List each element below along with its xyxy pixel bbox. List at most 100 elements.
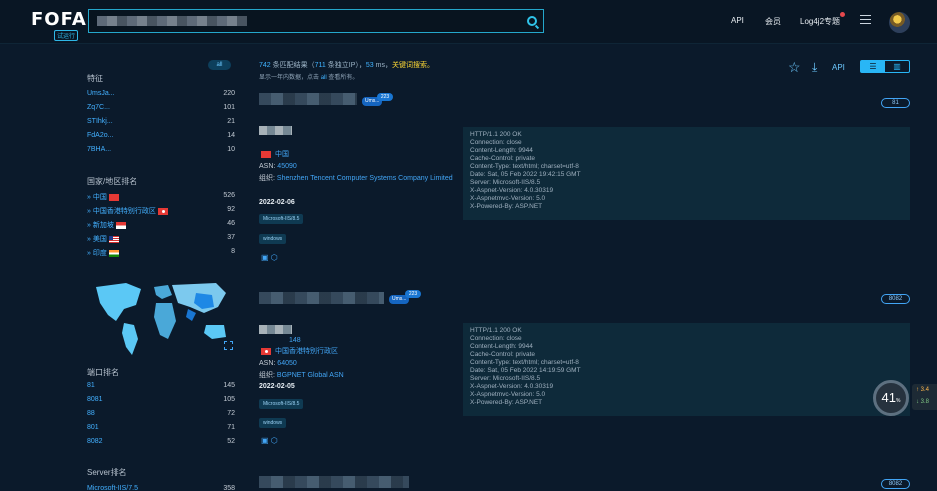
result-summary: 742 条匹配结果（711 条独立IP），53 ms，关键词搜索。 [259,62,434,69]
host-link[interactable] [259,476,409,488]
result-summary-hint: 显示一年内数据，点击 all 查看所有。 [259,75,359,81]
tag-server[interactable]: Microsoft-IIS/8.5 [259,399,304,409]
ports-title: 端口排名 [87,368,119,377]
header-line: X-Aspnetmvc-Version: 5.0 [470,391,546,398]
country-filter-item[interactable]: » 美国 37 [87,234,235,244]
port-pill[interactable]: 8082 [881,294,910,304]
header-line: HTTP/1.1 200 OK [470,327,522,334]
nav-log4j2[interactable]: Log4j2专题 [800,16,840,27]
feature-filter-item[interactable]: 7BHA... 10 [87,146,235,156]
flag-icon [157,207,168,215]
features-title: 特征 [87,74,103,83]
feature-count: 223 [377,93,393,101]
tag-os[interactable]: windows [259,418,287,428]
flag-icon [115,221,126,229]
header-line: Server: Microsoft-IIS/8.5 [470,375,541,382]
header-line: Content-Length: 9944 [470,343,533,350]
result-action-icons[interactable]: ▣ ⬡ [261,436,278,445]
country-line: 中国 [259,150,454,159]
header-line: X-Powered-By: ASP.NET [470,399,543,406]
countries-title: 国家/地区排名 [87,177,138,186]
keyword-search-link[interactable]: 关键词搜索。 [392,62,434,69]
server-filter-item[interactable]: Microsoft-IIS/7.5 358 [87,485,235,491]
host-link[interactable] [259,93,357,105]
asn-line: ASN: 45090 [259,163,297,170]
ip-suffix: 148 [289,337,301,344]
flag-icon [108,193,119,201]
scan-date: 2022-02-05 [259,383,295,390]
chart-view-icon[interactable]: ▥ [885,61,909,72]
beta-badge: 试运行 [54,30,79,41]
star-icon[interactable]: ☆ [788,60,802,74]
view-all-link[interactable]: all [321,75,327,81]
avatar[interactable] [889,12,910,33]
api-button[interactable]: API [832,63,845,72]
world-map[interactable] [86,277,238,359]
feature-filter-item[interactable]: Zq7C... 101 [87,104,235,114]
search-icon[interactable] [527,16,537,26]
result-action-icons[interactable]: ▣ ⬡ [261,253,278,262]
country-filter-item[interactable]: » 新加坡 46 [87,220,235,230]
search-query-blurred [97,16,247,26]
header-line: Content-Type: text/html; charset=utf-8 [470,359,579,366]
response-header-box: HTTP/1.1 200 OK Connection: close Content-… [463,127,910,220]
header-line: Date: Sat, 05 Feb 2022 19:42:15 GMT [470,171,581,178]
result-card: 8082 [259,476,910,491]
header-line: Content-Length: 9944 [470,147,533,154]
header-line: X-Powered-By: ASP.NET [470,203,543,210]
nav-membership[interactable]: 会员 [765,16,781,27]
feature-count: 223 [405,290,421,298]
port-filter-item[interactable]: 88 72 [87,410,235,420]
country-filter-item[interactable]: » 中国香港特别行政区 92 [87,206,235,216]
flag-icon [108,235,119,243]
tag-os[interactable]: windows [259,234,287,244]
port-pill[interactable]: 81 [881,98,910,108]
port-filter-item[interactable]: 8082 52 [87,438,235,448]
notification-dot [840,12,845,17]
ip-address[interactable] [259,325,292,334]
flag-icon [108,249,119,257]
search-input[interactable] [88,9,544,33]
scan-date: 2022-02-06 [259,199,295,206]
org-line: 组织: BGPNET Global ASN [259,372,344,379]
download-icon[interactable]: ⤓ [812,60,817,75]
nav-api[interactable]: API [731,16,744,25]
filter-sidebar: all 特征 UmsJa... 220 Zq7C... 101 STIhkj... 21 F… [0,45,252,491]
feature-filter-item[interactable]: UmsJa... 220 [87,90,235,100]
all-toggle[interactable]: all [208,60,231,70]
list-view-icon[interactable]: ☰ [861,61,885,72]
header-line: Cache-Control: private [470,155,536,162]
header-line: Cache-Control: private [470,351,536,358]
port-filter-item[interactable]: 8081 105 [87,396,235,406]
tag-server[interactable]: Microsoft-IIS/8.5 [259,214,304,224]
header-line: Connection: close [470,335,522,342]
header-line: X-Aspnetmvc-Version: 5.0 [470,195,546,202]
header-line: Server: Microsoft-IIS/8.5 [470,179,541,186]
menu-icon[interactable] [860,15,871,24]
header-line: Date: Sat, 05 Feb 2022 14:19:59 GMT [470,367,581,374]
host-link[interactable] [259,292,384,304]
port-pill[interactable]: 8082 [881,479,910,489]
header-line: X-Aspnet-Version: 4.0.30319 [470,187,554,194]
country-filter-item[interactable]: » 中国 526 [87,192,235,202]
view-toggle[interactable]: ☰ ▥ [860,60,910,73]
port-filter-item[interactable]: 81 145 [87,382,235,392]
result-card: Ums... 223 8082 148 中国香港特别行政区 ASN: 64050… [259,290,910,452]
network-speed-gauge[interactable]: 41% [873,380,909,416]
asn-line: ASN: 64050 [259,360,297,367]
port-filter-item[interactable]: 801 71 [87,424,235,434]
speed-readout: ↑ 3.4 ↓ 3.8 [912,384,937,410]
country-line: 中国香港特别行政区 [259,347,454,356]
response-header-box: HTTP/1.1 200 OK Connection: close Content-… [463,323,910,416]
feature-filter-item[interactable]: FdA2o... 14 [87,132,235,142]
org-line: 组织: Shenzhen Tencent Computer Systems Co… [259,175,453,182]
top-header: FOFA 试运行 API 会员 Log4j2专题 [0,0,937,44]
map-expand-icon[interactable] [224,341,233,350]
header-line: Content-Type: text/html; charset=utf-8 [470,163,579,170]
country-filter-item[interactable]: » 印度 8 [87,248,235,258]
header-line: HTTP/1.1 200 OK [470,131,522,138]
feature-filter-item[interactable]: STIhkj... 21 [87,118,235,128]
fofa-logo[interactable]: FOFA [31,9,87,30]
ip-address[interactable] [259,126,292,135]
server-title: Server排名 [87,468,127,477]
